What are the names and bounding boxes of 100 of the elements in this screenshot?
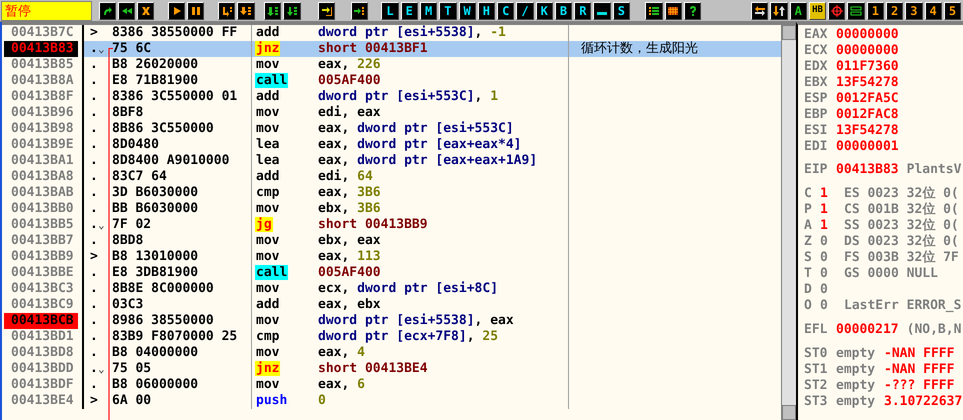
hex-bytes: E8 3DB81900 <box>112 265 198 280</box>
window-button[interactable]: R <box>574 2 592 20</box>
mnemonic: add <box>255 297 280 312</box>
hex-bytes: E8 71B81900 <box>112 73 198 88</box>
close-icon <box>140 4 152 16</box>
crosshair-button[interactable] <box>828 2 846 20</box>
window-button[interactable]: M <box>420 2 438 20</box>
help-button[interactable] <box>684 2 702 20</box>
operand-text: eax, dword ptr [esi+553C] <box>318 121 514 136</box>
jump-marker: . <box>90 185 98 201</box>
swap-arrows-button[interactable] <box>751 2 768 20</box>
text-button[interactable]: HB <box>808 2 826 20</box>
operand-text: edi, 64 <box>318 169 373 184</box>
register-value: 0 <box>820 234 829 250</box>
hex-bytes: 03C3 <box>112 297 144 312</box>
mnemonic: mov <box>255 57 280 72</box>
jump-marker: . <box>90 265 98 281</box>
hex-bytes: 8B86 3C550000 <box>112 121 214 136</box>
register-info: PlantsV <box>906 162 962 178</box>
operand-text: ecx, dword ptr [esi+8C] <box>318 281 498 296</box>
register-value: 00413B83 <box>836 162 899 178</box>
segment-register: ES 0023 32位 0( <box>844 186 959 202</box>
dots-icon <box>597 12 608 15</box>
number-button[interactable]: 3 <box>905 2 923 20</box>
dots-button[interactable] <box>593 2 611 20</box>
up-down-arrows-button[interactable] <box>770 2 788 20</box>
operand-text: eax, 6 <box>318 377 365 392</box>
hex-bytes: 8386 3C550000 01 <box>112 89 238 104</box>
rewind-button[interactable] <box>118 2 136 20</box>
register-value: 0012FA5C <box>836 91 899 107</box>
address-cell: 00413BCB <box>4 313 78 329</box>
window-button[interactable]: L <box>381 2 399 20</box>
register-name: ESI <box>804 123 828 139</box>
window-button[interactable]: S <box>612 2 630 20</box>
window-button[interactable]: H <box>478 2 496 20</box>
register-value: -NAN FFFF <box>884 362 954 378</box>
address-cell-text: 00413BB5 <box>10 217 75 233</box>
number-button[interactable]: 5 <box>944 2 962 20</box>
register-name: EBX <box>804 75 828 91</box>
number-button[interactable]: 1 <box>866 2 884 20</box>
operand-text: 005AF400 <box>318 73 381 88</box>
register-value: 13F54278 <box>836 123 899 139</box>
number-button[interactable]: 4 <box>924 2 942 20</box>
hex-bytes: 8986 38550000 <box>112 313 214 328</box>
register-name: ST1 <box>804 362 828 378</box>
address-cell-text: 00413BDF <box>10 377 75 393</box>
address-cell-text: 00413B98 <box>10 121 75 137</box>
operand-text: eax, 3B6 <box>318 185 381 200</box>
play-button[interactable] <box>168 2 186 20</box>
crosshair-icon <box>830 4 843 16</box>
mnemonic: cmp <box>255 185 280 200</box>
register-value: 0 <box>820 250 829 266</box>
window-button[interactable]: K <box>536 2 553 20</box>
jump-marker: . <box>90 169 98 185</box>
mnemonic: mov <box>255 249 280 264</box>
mnemonic: push <box>255 393 288 408</box>
flag-name: D <box>804 282 813 298</box>
hex-bytes: B8 04000000 <box>112 345 198 360</box>
segment-register: CS 001B 32位 0( <box>844 202 959 218</box>
address-cell-text: 00413BBE <box>10 265 75 281</box>
hex-bytes: 8BF8 <box>112 105 144 120</box>
register-value: 011F7360 <box>836 59 899 75</box>
operand-text: edi, eax <box>318 105 381 120</box>
window-button[interactable]: W <box>458 2 476 20</box>
mnemonic: add <box>255 169 280 184</box>
jump-marker: . <box>90 73 98 89</box>
grid-button[interactable] <box>664 2 682 20</box>
address-cell-text: 00413BAB <box>10 185 75 201</box>
pause-icon <box>190 4 202 16</box>
operand-text: eax, dword ptr [eax+eax*4] <box>318 137 522 152</box>
window-button[interactable]: E <box>400 2 418 20</box>
flag-name: O <box>804 298 813 314</box>
selected-row-highlight[interactable]: . 75 6C jnz short 00413BF1 循环计数，生成阳光 <box>84 41 781 57</box>
grid-icon <box>667 4 680 16</box>
operand-text: dword ptr [esi+553C], 1 <box>318 89 498 104</box>
segment-register: GS 0000 NULL <box>844 266 938 282</box>
address-cell-text: 00413B85 <box>10 57 75 73</box>
hex-bytes: 7F 02 <box>112 217 152 232</box>
number-button[interactable]: 2 <box>886 2 904 20</box>
text-button[interactable]: A <box>790 2 807 20</box>
window-button[interactable]: / <box>516 2 534 20</box>
jump-marker: . <box>90 329 98 345</box>
mnemonic: mov <box>255 281 280 296</box>
list-icon <box>648 4 660 16</box>
hex-bytes: B8 13010000 <box>112 249 198 264</box>
register-value: 1 <box>820 218 829 234</box>
restart-button[interactable] <box>98 2 116 20</box>
close-button[interactable] <box>137 2 154 20</box>
mnemonic: mov <box>255 233 280 248</box>
pause-button[interactable] <box>187 2 204 20</box>
address-cell-text: 00413BDD <box>10 361 75 377</box>
jump-marker: . <box>90 297 98 313</box>
list-button[interactable] <box>645 2 663 20</box>
window-button[interactable]: T <box>439 2 456 20</box>
window-button[interactable]: B <box>554 2 572 20</box>
hex-bytes: 8BD8 <box>112 233 144 248</box>
window-button[interactable]: C <box>497 2 514 20</box>
address-cell-text: 00413B7C <box>10 25 75 41</box>
address-cell-text: 00413B8A <box>10 73 75 89</box>
jump-marker: . <box>90 377 98 393</box>
